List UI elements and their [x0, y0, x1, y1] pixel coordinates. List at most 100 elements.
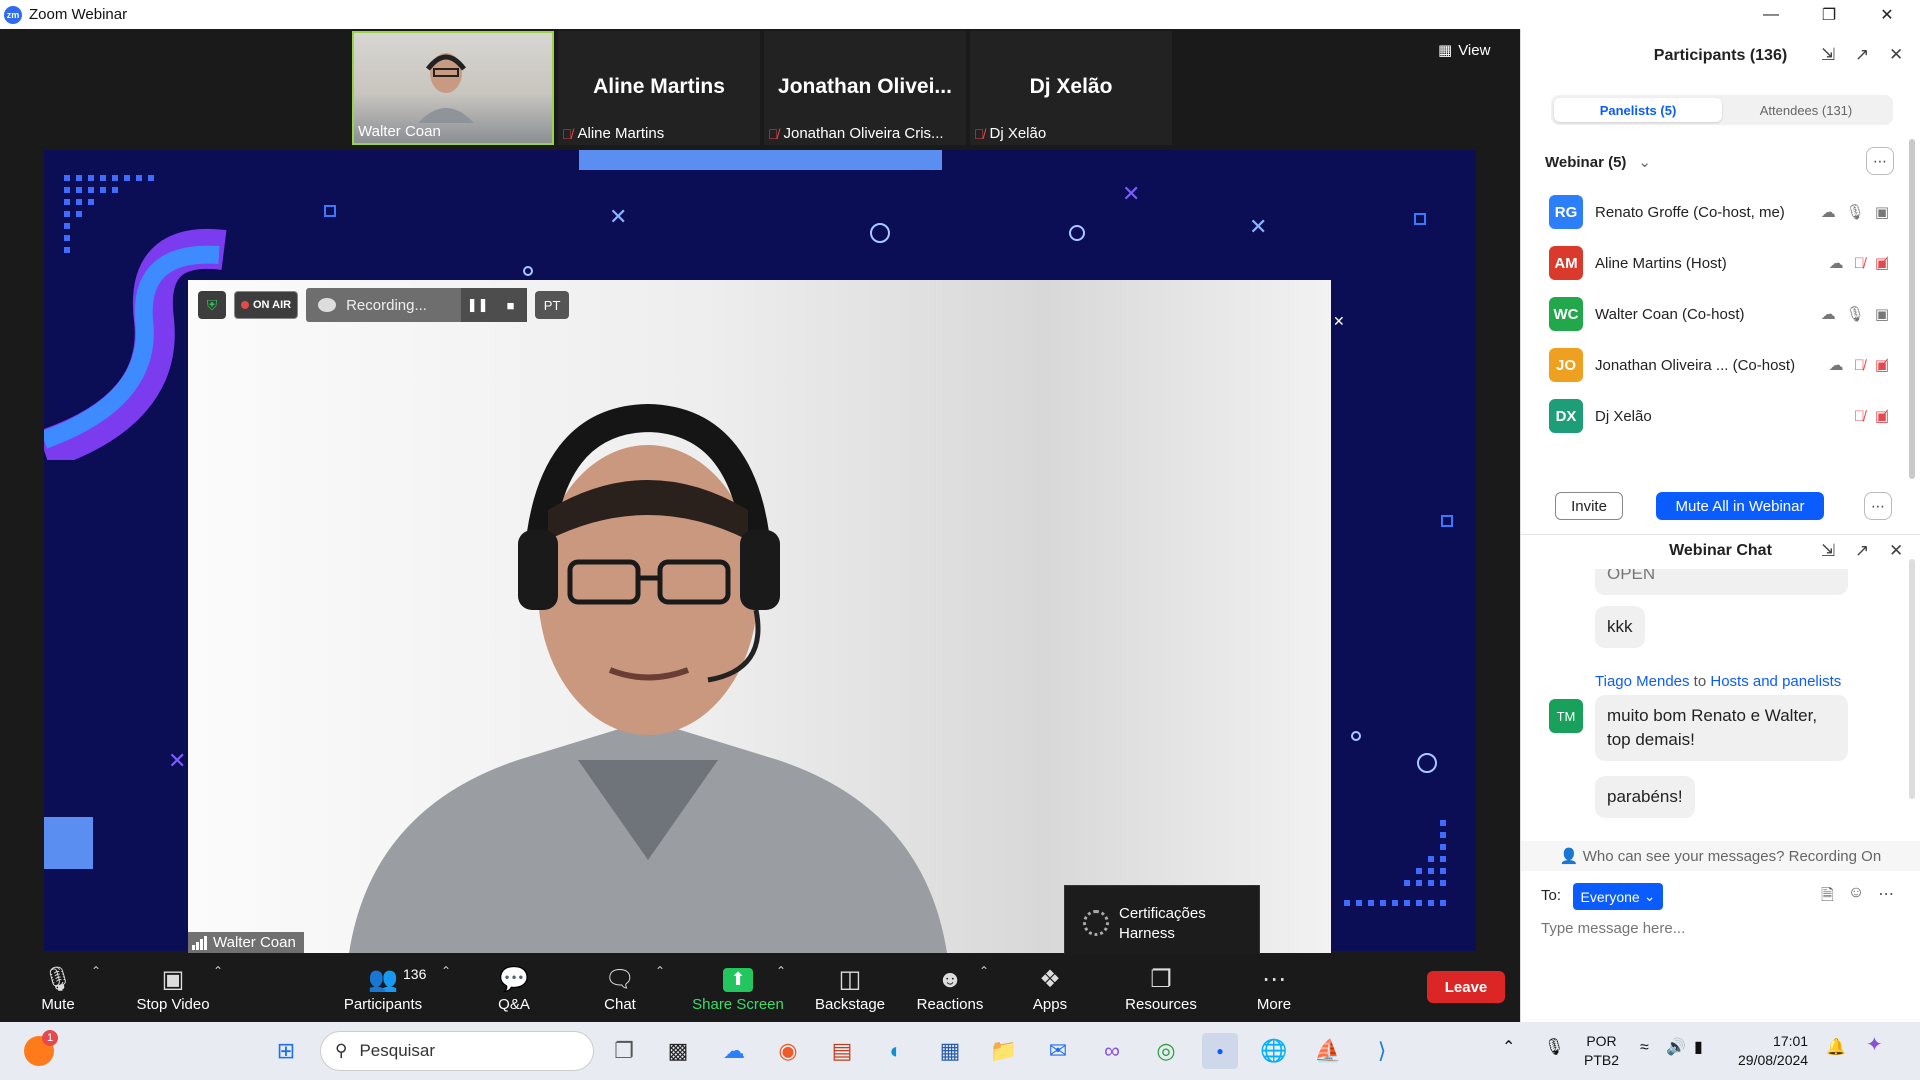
mute-all-button[interactable]: Mute All in Webinar [1656, 492, 1824, 520]
participant-status-icons: 🎙̸ ▣̸ [1805, 407, 1889, 426]
restore-button[interactable]: ❐ [1800, 0, 1858, 29]
chat-scrollbar[interactable] [1909, 559, 1915, 799]
close-overlay-icon[interactable]: ✕ [1333, 313, 1345, 330]
more-button[interactable]: ⋯ More [1254, 954, 1294, 1022]
language-interpretation-badge[interactable]: PT [535, 291, 570, 319]
participants-button[interactable]: 👥 Participants [340, 954, 426, 1022]
stop-recording-button[interactable]: ■ [494, 288, 528, 322]
language-indicator[interactable]: POR PTB2 [1584, 1032, 1619, 1070]
chat-button[interactable]: 🗨 Chat [600, 954, 640, 1022]
close-window-button[interactable]: ✕ [1858, 0, 1916, 29]
meeting-area: Walter Coan Aline Martins 🎙̸ Aline Martin… [0, 29, 1520, 965]
reactions-caret-icon[interactable]: ⌃ [979, 964, 989, 978]
qa-button[interactable]: 💬 Q&A [494, 954, 534, 1022]
share-caret-icon[interactable]: ⌃ [776, 964, 786, 978]
minimize-button[interactable]: — [1742, 0, 1800, 29]
chat-message: kkk [1595, 606, 1645, 648]
wifi-icon[interactable]: ≈ [1640, 1038, 1649, 1057]
close-panel-icon[interactable]: ✕ [1889, 45, 1903, 65]
battery-icon[interactable]: ▮ [1694, 1038, 1703, 1057]
edge-icon[interactable]: ◐ [878, 1033, 914, 1069]
stop-video-button[interactable]: ▣ Stop Video [130, 954, 216, 1022]
thumbnail-jonathan-oliveira[interactable]: Jonathan Olivei... 🎙̸ Jonathan Oliveira C… [764, 31, 966, 145]
terminal-icon[interactable]: ▩ [660, 1033, 696, 1069]
windows-taskbar: 1 ⊞ ⚲ Pesquisar ❐ ▩ ☁ ◉ ▤ ◐ ▦ 📁 ✉ ∞ ◎ ● … [0, 1022, 1920, 1080]
docker-icon[interactable]: ⛵ [1310, 1033, 1346, 1069]
mute-button[interactable]: 🎙 Mute [32, 954, 84, 1022]
share-screen-button[interactable]: ⬆ Share Screen [690, 954, 786, 1022]
notification-bell-icon[interactable]: 🔔 [1826, 1038, 1846, 1057]
recording-status: Recording... [306, 297, 461, 314]
network-app-icon[interactable]: ▦ [932, 1033, 968, 1069]
thumbnail-big-name: Jonathan Olivei... [778, 75, 952, 98]
resources-files-icon: ❐ [1150, 966, 1172, 993]
volume-icon[interactable]: 🔊 [1666, 1038, 1686, 1057]
minimize-panel-icon[interactable]: ⇲ [1821, 45, 1835, 65]
container-app-icon[interactable]: ☁ [716, 1033, 752, 1069]
thumbnail-walter-coan[interactable]: Walter Coan [352, 31, 554, 145]
task-view-icon[interactable]: ❐ [606, 1033, 642, 1069]
tab-attendees[interactable]: Attendees (131) [1722, 98, 1890, 122]
participant-row[interactable]: RG Renato Groffe (Co-host, me) ☁ 🎙 ▣ [1549, 192, 1889, 232]
participant-row[interactable]: JO Jonathan Oliveira ... (Co-host) ☁ 🎙̸ … [1549, 345, 1889, 385]
participant-row[interactable]: WC Walter Coan (Co-host) ☁ 🎙 ▣ [1549, 294, 1889, 334]
loading-tooltip: Certificações Harness [1064, 885, 1260, 965]
video-options-caret-icon[interactable]: ⌃ [213, 964, 223, 978]
firefox-icon[interactable]: ◉ [770, 1033, 806, 1069]
tab-panelists[interactable]: Panelists (5) [1554, 98, 1722, 122]
popout-panel-icon[interactable]: ↗ [1855, 45, 1869, 65]
mail-icon[interactable]: ✉ [1040, 1033, 1076, 1069]
pause-recording-button[interactable]: ❚❚ [461, 288, 495, 322]
globe-app-icon[interactable]: 🌐 [1256, 1033, 1292, 1069]
audio-options-caret-icon[interactable]: ⌃ [91, 964, 101, 978]
thumbnail-dj-xelao[interactable]: Dj Xelão 🎙̸ Dj Xelão [970, 31, 1172, 145]
more-dots-icon[interactable]: ⋯ [1878, 884, 1894, 911]
webinar-group-header[interactable]: Webinar (5) ⌄ [1545, 153, 1651, 172]
security-shield-icon[interactable]: ⛨ [198, 291, 226, 319]
visual-studio-icon[interactable]: ∞ [1094, 1033, 1130, 1069]
main-speaker-video[interactable]: ⛨ ON AIR Recording... ❚❚ ■ PT Walter Coa… [188, 280, 1331, 953]
chrome-icon[interactable]: ◎ [1148, 1033, 1184, 1069]
vscode-icon[interactable]: ⟩ [1364, 1033, 1400, 1069]
chat-caret-icon[interactable]: ⌃ [655, 964, 665, 978]
copilot-icon[interactable]: ✦ [1866, 1035, 1883, 1055]
chevron-down-icon: ⌄ [1643, 888, 1656, 904]
group-options-button[interactable]: ⋯ [1866, 147, 1894, 175]
popout-chat-icon[interactable]: ↗ [1855, 541, 1869, 561]
reactions-button[interactable]: ☻ Reactions [914, 954, 986, 1022]
windows-start-icon[interactable]: ⊞ [268, 1033, 304, 1069]
backstage-button[interactable]: ◫ Backstage [814, 954, 886, 1022]
show-hidden-icons-chevron-icon[interactable]: ⌃ [1502, 1038, 1515, 1057]
participants-more-button[interactable]: ⋯ [1864, 492, 1892, 520]
apps-button[interactable]: ❖ Apps [1030, 954, 1070, 1022]
zoom-taskbar-icon[interactable]: ● [1202, 1033, 1238, 1069]
minimize-chat-icon[interactable]: ⇲ [1821, 541, 1835, 561]
participant-row[interactable]: AM Aline Martins (Host) ☁ 🎙̸ ▣̸ [1549, 243, 1889, 283]
microphone-tray-icon[interactable]: 🎙 [1544, 1038, 1564, 1057]
file-explorer-icon[interactable]: 📁 [986, 1033, 1022, 1069]
file-icon[interactable]: 🗎 [1821, 884, 1834, 911]
participants-caret-icon[interactable]: ⌃ [441, 964, 451, 978]
thumbnail-label: 🎙̸ Jonathan Oliveira Cris... [768, 125, 944, 142]
participants-count: 136 [403, 966, 427, 982]
participant-row[interactable]: DX Dj Xelão 🎙̸ ▣̸ [1549, 396, 1889, 436]
thumbnail-aline-martins[interactable]: Aline Martins 🎙̸ Aline Martins [558, 31, 760, 145]
participants-icon: 👥 [368, 966, 398, 993]
recipient-dropdown[interactable]: Everyone ⌄ [1573, 883, 1663, 910]
resources-button[interactable]: ❐ Resources [1124, 954, 1198, 1022]
thumbnail-label: Walter Coan [358, 123, 441, 140]
view-button[interactable]: ▦ View [1438, 41, 1490, 60]
chat-message-input[interactable] [1541, 920, 1901, 937]
emoji-icon[interactable]: ☺ [1848, 884, 1864, 911]
invite-button[interactable]: Invite [1555, 492, 1623, 520]
leave-button[interactable]: Leave [1427, 971, 1505, 1003]
video-off-icon: ▣̸ [1874, 408, 1889, 425]
participants-scrollbar[interactable] [1909, 139, 1915, 479]
cloud-record-icon [318, 298, 337, 312]
clock[interactable]: 17:01 29/08/2024 [1738, 1032, 1808, 1070]
participants-tabs: Panelists (5) Attendees (131) [1551, 95, 1893, 125]
powerpoint-icon[interactable]: ▤ [824, 1033, 860, 1069]
taskbar-search[interactable]: ⚲ Pesquisar [320, 1031, 594, 1071]
message-visibility-note[interactable]: 👤 Who can see your messages? Recording O… [1521, 841, 1920, 871]
close-chat-icon[interactable]: ✕ [1889, 541, 1903, 561]
